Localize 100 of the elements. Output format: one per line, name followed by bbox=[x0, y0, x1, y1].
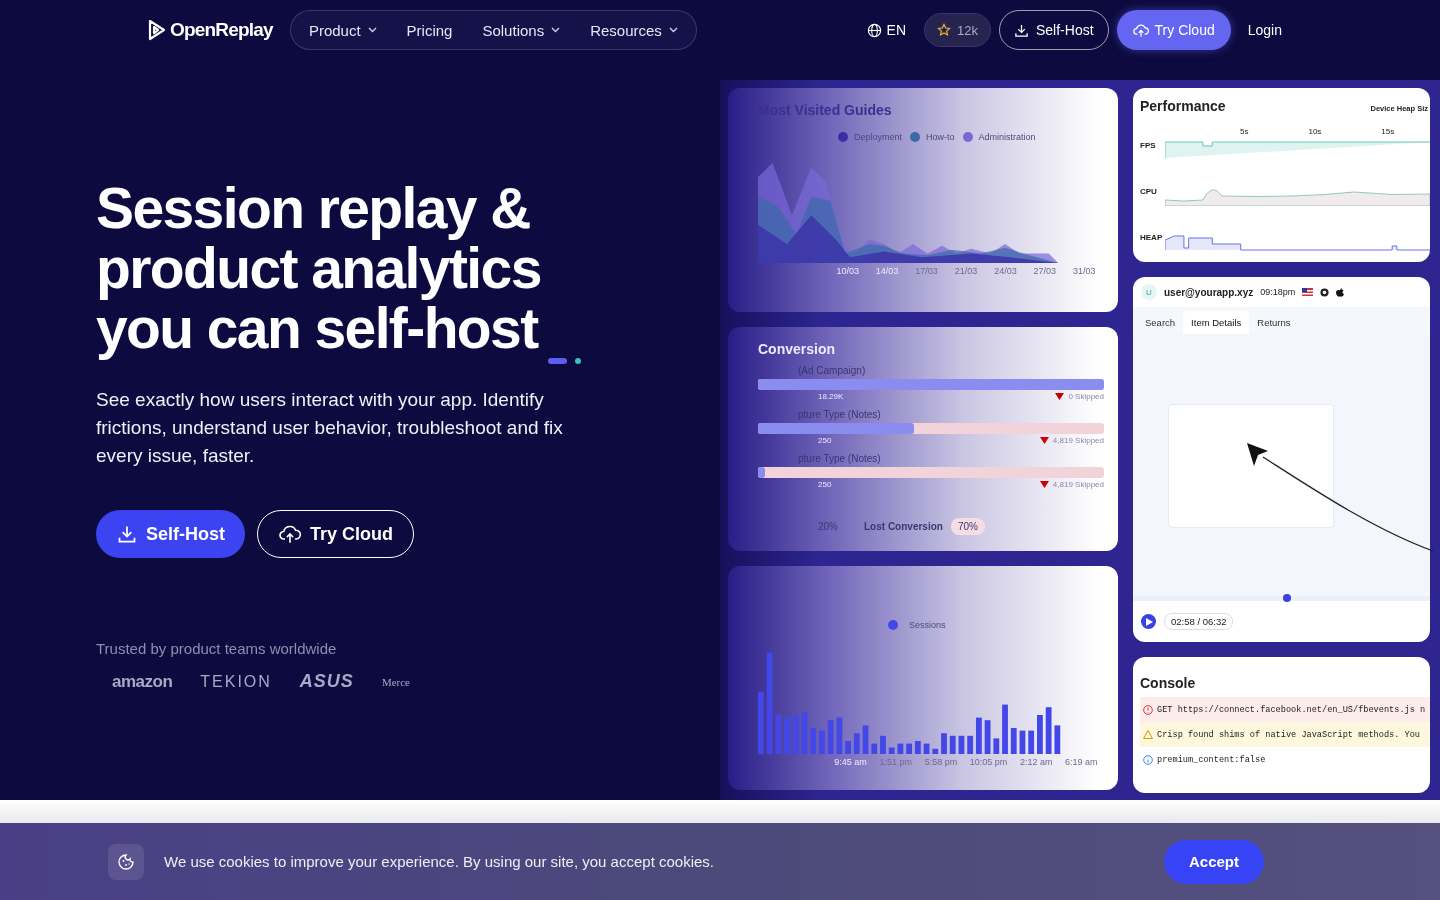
legend-label: Sessions bbox=[909, 620, 946, 630]
chart-bar bbox=[784, 717, 790, 754]
cookie-message: We use cookies to improve your experience. By using our site, you accept cookies. bbox=[164, 853, 714, 870]
download-icon bbox=[116, 524, 138, 544]
axis-label: 1:51 pm bbox=[879, 757, 912, 767]
tab[interactable]: Item Details bbox=[1183, 311, 1250, 334]
slide-indicator[interactable] bbox=[575, 358, 581, 364]
chart-bar bbox=[1045, 707, 1052, 754]
console-message: GET https://connect.facebook.net/en_US/fbevents.js n bbox=[1157, 704, 1426, 715]
axis-label: 14/03 bbox=[875, 266, 899, 276]
chart-bar bbox=[801, 712, 808, 754]
legend-label: How-to bbox=[926, 132, 955, 142]
lost-conversion-value: 70% bbox=[950, 518, 985, 535]
error-icon bbox=[1143, 704, 1153, 715]
tab[interactable]: Returns bbox=[1249, 311, 1299, 334]
metric-label: FPS bbox=[1140, 141, 1157, 152]
step-label: (Ad Campaign) bbox=[797, 365, 867, 376]
language-link[interactable]: EN bbox=[866, 22, 906, 38]
axis-label: 17/03 bbox=[915, 266, 938, 276]
skipped-count: 0 Skipped bbox=[1068, 392, 1104, 401]
chart-bar bbox=[853, 733, 860, 754]
session-time: 09:18pm bbox=[1260, 287, 1296, 297]
legend-label: Deployment bbox=[854, 132, 903, 142]
nav-link[interactable]: Resources bbox=[590, 21, 678, 39]
customer-logo: ASUS bbox=[299, 671, 354, 692]
cookie-icon bbox=[108, 843, 144, 880]
down-triangle-icon bbox=[1039, 437, 1049, 444]
logo-text[interactable]: OpenReplay bbox=[170, 19, 273, 41]
self-host-button[interactable]: Self-Host bbox=[96, 510, 245, 558]
chart-bar bbox=[888, 747, 895, 754]
star-icon bbox=[937, 23, 951, 37]
github-stars-button[interactable]: 12k bbox=[924, 13, 991, 47]
flag-icon bbox=[1302, 288, 1314, 296]
step-count: 250 bbox=[818, 436, 832, 445]
card-title: Performance bbox=[1140, 98, 1226, 114]
user-avatar: U bbox=[1141, 284, 1157, 300]
chart-bar bbox=[871, 743, 878, 754]
nav-link[interactable]: Pricing bbox=[406, 21, 453, 39]
play-icon bbox=[1145, 617, 1153, 626]
chart-bar bbox=[1037, 715, 1043, 754]
chart-bar bbox=[932, 748, 939, 754]
axis-label: 24/03 bbox=[994, 266, 1017, 276]
download-icon bbox=[1014, 22, 1029, 38]
globe-icon bbox=[866, 22, 882, 38]
browser-icon bbox=[1320, 287, 1330, 297]
warning-icon bbox=[1143, 730, 1153, 739]
down-triangle-icon bbox=[1039, 481, 1049, 488]
axis-label: 5s bbox=[1240, 127, 1249, 136]
chart-bar bbox=[923, 743, 930, 754]
axis-label: 10/03 bbox=[836, 266, 859, 276]
nav-link[interactable]: Solutions bbox=[482, 21, 561, 39]
chart-bar bbox=[1019, 730, 1026, 754]
caret-icon bbox=[551, 27, 561, 33]
chart-bar bbox=[836, 717, 843, 754]
axis-label: 10s bbox=[1308, 127, 1322, 136]
axis-label: 2:12 am bbox=[1019, 757, 1053, 767]
customer-logo: TEKION bbox=[200, 672, 272, 691]
axis-label: 15s bbox=[1381, 127, 1395, 136]
axis-label: 31/03 bbox=[1072, 266, 1096, 276]
progress-thumb[interactable] bbox=[1283, 594, 1292, 602]
trusted-label: Trusted by product teams worldwide bbox=[96, 640, 338, 657]
chart-bar bbox=[845, 741, 851, 754]
axis-label: 10:05 pm bbox=[969, 757, 1008, 767]
card-title: Conversion bbox=[758, 341, 836, 357]
cloud-upload-icon bbox=[278, 524, 302, 544]
axis-label: 5:58 pm bbox=[924, 757, 958, 767]
hero-title: Session replay & bbox=[96, 178, 531, 238]
metric-label: CPU bbox=[1140, 187, 1158, 198]
card-title: Console bbox=[1140, 675, 1197, 691]
chart-bar bbox=[1002, 704, 1008, 754]
chart-bar bbox=[1028, 730, 1035, 754]
tab[interactable]: Search bbox=[1137, 311, 1184, 334]
step-count: 250 bbox=[818, 480, 832, 489]
play-button[interactable] bbox=[1141, 614, 1156, 629]
nav-link[interactable]: Product bbox=[308, 21, 377, 39]
chart-bar bbox=[880, 735, 886, 754]
try-cloud-button[interactable]: Try Cloud bbox=[1116, 10, 1231, 50]
down-triangle-icon bbox=[1055, 393, 1065, 400]
chart-bar bbox=[862, 725, 869, 754]
skipped-count: 4,819 Skipped bbox=[1052, 480, 1104, 489]
hero-subtitle: See exactly how users interact with your app. Identify frictions, understand user behavior, troubleshoot and fix every issue, faster. bbox=[96, 388, 564, 468]
apple-icon bbox=[1336, 287, 1345, 297]
step-label: pture Type (Notes) bbox=[797, 453, 882, 464]
caret-icon bbox=[367, 27, 377, 33]
console-message: premium_content:false bbox=[1157, 754, 1266, 765]
chart-bar bbox=[810, 728, 817, 754]
slide-indicator[interactable] bbox=[548, 358, 567, 364]
axis-label: 21/03 bbox=[954, 266, 978, 276]
cloud-upload-icon bbox=[1132, 22, 1149, 38]
chart-bar bbox=[819, 730, 825, 754]
caret-icon bbox=[668, 27, 678, 33]
user-email: user@yourapp.xyz bbox=[1164, 286, 1254, 298]
lost-conversion-label: Lost Conversion bbox=[864, 521, 943, 532]
axis-label: 6:19 am bbox=[1065, 757, 1098, 767]
info-icon bbox=[1143, 754, 1153, 765]
chart-bar bbox=[758, 691, 764, 754]
accept-button[interactable]: Accept bbox=[1164, 839, 1264, 884]
login-link[interactable]: Login bbox=[1247, 22, 1282, 38]
console-message: Crisp found shims of native JavaScript methods. You bbox=[1157, 729, 1420, 740]
axis-label: 27/03 bbox=[1033, 266, 1057, 276]
